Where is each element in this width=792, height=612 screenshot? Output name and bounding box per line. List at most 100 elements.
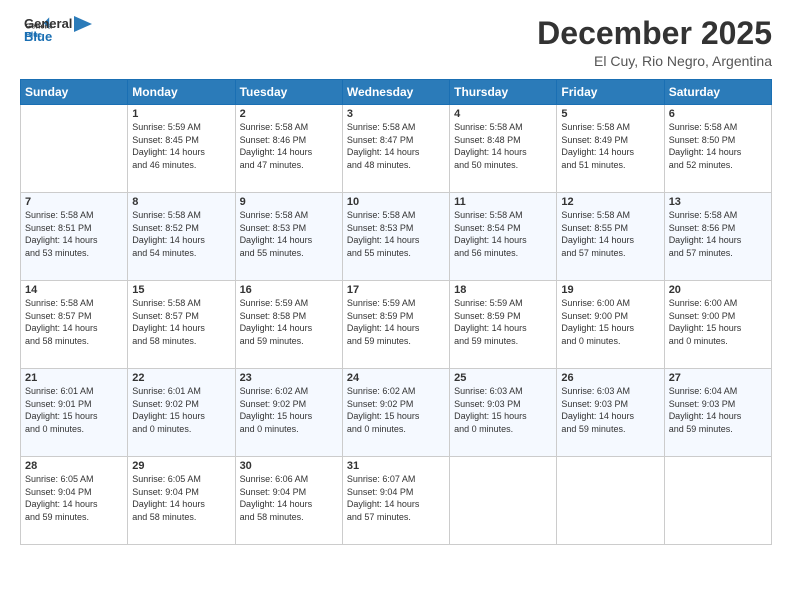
calendar-cell: 31Sunrise: 6:07 AM Sunset: 9:04 PM Dayli… bbox=[342, 457, 449, 545]
calendar-cell: 22Sunrise: 6:01 AM Sunset: 9:02 PM Dayli… bbox=[128, 369, 235, 457]
day-number: 20 bbox=[669, 284, 767, 296]
calendar-cell: 25Sunrise: 6:03 AM Sunset: 9:03 PM Dayli… bbox=[450, 369, 557, 457]
calendar-cell: 3Sunrise: 5:58 AM Sunset: 8:47 PM Daylig… bbox=[342, 105, 449, 193]
calendar-cell: 28Sunrise: 6:05 AM Sunset: 9:04 PM Dayli… bbox=[21, 457, 128, 545]
weekday-header-monday: Monday bbox=[128, 80, 235, 105]
week-row-4: 21Sunrise: 6:01 AM Sunset: 9:01 PM Dayli… bbox=[21, 369, 772, 457]
header: General Blue General Blue December 2025 … bbox=[20, 16, 772, 69]
calendar-cell: 20Sunrise: 6:00 AM Sunset: 9:00 PM Dayli… bbox=[664, 281, 771, 369]
calendar-cell: 12Sunrise: 5:58 AM Sunset: 8:55 PM Dayli… bbox=[557, 193, 664, 281]
calendar-cell bbox=[664, 457, 771, 545]
day-number: 19 bbox=[561, 284, 659, 296]
day-number: 12 bbox=[561, 196, 659, 208]
day-info: Sunrise: 6:01 AM Sunset: 9:01 PM Dayligh… bbox=[25, 385, 123, 435]
day-info: Sunrise: 5:58 AM Sunset: 8:47 PM Dayligh… bbox=[347, 121, 445, 171]
day-number: 5 bbox=[561, 108, 659, 120]
day-info: Sunrise: 5:58 AM Sunset: 8:53 PM Dayligh… bbox=[240, 209, 338, 259]
day-number: 22 bbox=[132, 372, 230, 384]
calendar-cell: 13Sunrise: 5:58 AM Sunset: 8:56 PM Dayli… bbox=[664, 193, 771, 281]
calendar-cell: 24Sunrise: 6:02 AM Sunset: 9:02 PM Dayli… bbox=[342, 369, 449, 457]
day-info: Sunrise: 5:58 AM Sunset: 8:53 PM Dayligh… bbox=[347, 209, 445, 259]
day-number: 3 bbox=[347, 108, 445, 120]
calendar-cell: 4Sunrise: 5:58 AM Sunset: 8:48 PM Daylig… bbox=[450, 105, 557, 193]
day-info: Sunrise: 6:04 AM Sunset: 9:03 PM Dayligh… bbox=[669, 385, 767, 435]
day-info: Sunrise: 5:59 AM Sunset: 8:45 PM Dayligh… bbox=[132, 121, 230, 171]
calendar-table: SundayMondayTuesdayWednesdayThursdayFrid… bbox=[20, 79, 772, 545]
day-number: 24 bbox=[347, 372, 445, 384]
day-info: Sunrise: 5:58 AM Sunset: 8:46 PM Dayligh… bbox=[240, 121, 338, 171]
week-row-5: 28 Sunrise: 6:05 AM Sunset: 9:04 PM Dayli… bbox=[21, 457, 772, 545]
day-number: 11 bbox=[454, 196, 552, 208]
calendar-cell: 21Sunrise: 6:01 AM Sunset: 9:01 PM Dayli… bbox=[21, 369, 128, 457]
day-info: Sunrise: 6:05 AM Sunset: 9:04 PM Dayligh… bbox=[132, 473, 230, 523]
day-info: Sunrise: 5:58 AM Sunset: 8:51 PM Dayligh… bbox=[25, 209, 123, 259]
calendar-cell: 16Sunrise: 5:59 AM Sunset: 8:58 PM Dayli… bbox=[235, 281, 342, 369]
logo: General Blue General Blue bbox=[20, 16, 92, 44]
day-number: 7 bbox=[25, 196, 123, 208]
day-number: 30 bbox=[240, 460, 338, 472]
day-info: Sunrise: 6:06 AM Sunset: 9:04 PM Dayligh… bbox=[240, 473, 338, 523]
calendar-cell: 27Sunrise: 6:04 AM Sunset: 9:03 PM Dayli… bbox=[664, 369, 771, 457]
day-number: 15 bbox=[132, 284, 230, 296]
weekday-header-tuesday: Tuesday bbox=[235, 80, 342, 105]
day-number: 8 bbox=[132, 196, 230, 208]
calendar-cell: 8Sunrise: 5:58 AM Sunset: 8:52 PM Daylig… bbox=[128, 193, 235, 281]
location: El Cuy, Rio Negro, Argentina bbox=[537, 53, 772, 69]
weekday-header-thursday: Thursday bbox=[450, 80, 557, 105]
title-block: December 2025 El Cuy, Rio Negro, Argenti… bbox=[537, 16, 772, 69]
calendar-cell: 11Sunrise: 5:58 AM Sunset: 8:54 PM Dayli… bbox=[450, 193, 557, 281]
day-info: Sunrise: 6:03 AM Sunset: 9:03 PM Dayligh… bbox=[561, 385, 659, 435]
day-info: Sunrise: 5:58 AM Sunset: 8:54 PM Dayligh… bbox=[454, 209, 552, 259]
calendar-cell: 5Sunrise: 5:58 AM Sunset: 8:49 PM Daylig… bbox=[557, 105, 664, 193]
day-number: 9 bbox=[240, 196, 338, 208]
day-number: 28 bbox=[25, 460, 123, 472]
calendar-cell bbox=[557, 457, 664, 545]
calendar-cell: 10Sunrise: 5:58 AM Sunset: 8:53 PM Dayli… bbox=[342, 193, 449, 281]
day-info: Sunrise: 5:59 AM Sunset: 8:59 PM Dayligh… bbox=[347, 297, 445, 347]
day-number: 16 bbox=[240, 284, 338, 296]
day-number: 21 bbox=[25, 372, 123, 384]
day-info: Sunrise: 5:58 AM Sunset: 8:56 PM Dayligh… bbox=[669, 209, 767, 259]
day-info: Sunrise: 5:58 AM Sunset: 8:57 PM Dayligh… bbox=[25, 297, 123, 347]
day-number: 6 bbox=[669, 108, 767, 120]
day-info: Sunrise: 6:03 AM Sunset: 9:03 PM Dayligh… bbox=[454, 385, 552, 435]
calendar-cell: 19Sunrise: 6:00 AM Sunset: 9:00 PM Dayli… bbox=[557, 281, 664, 369]
day-number: 17 bbox=[347, 284, 445, 296]
day-number: 18 bbox=[454, 284, 552, 296]
calendar-cell: 7Sunrise: 5:58 AM Sunset: 8:51 PM Daylig… bbox=[21, 193, 128, 281]
day-info: Sunrise: 5:58 AM Sunset: 8:57 PM Dayligh… bbox=[132, 297, 230, 347]
week-row-1: 1Sunrise: 5:59 AM Sunset: 8:45 PM Daylig… bbox=[21, 105, 772, 193]
calendar-cell: 14Sunrise: 5:58 AM Sunset: 8:57 PM Dayli… bbox=[21, 281, 128, 369]
day-number: 25 bbox=[454, 372, 552, 384]
day-number: 13 bbox=[669, 196, 767, 208]
day-number: 31 bbox=[347, 460, 445, 472]
calendar-cell: 1Sunrise: 5:59 AM Sunset: 8:45 PM Daylig… bbox=[128, 105, 235, 193]
day-number: 2 bbox=[240, 108, 338, 120]
day-info: Sunrise: 5:58 AM Sunset: 8:50 PM Dayligh… bbox=[669, 121, 767, 171]
day-number: 14 bbox=[25, 284, 123, 296]
day-info: Sunrise: 5:58 AM Sunset: 8:52 PM Dayligh… bbox=[132, 209, 230, 259]
day-info: Sunrise: 6:02 AM Sunset: 9:02 PM Dayligh… bbox=[240, 385, 338, 435]
calendar-cell: 9Sunrise: 5:58 AM Sunset: 8:53 PM Daylig… bbox=[235, 193, 342, 281]
day-number: 26 bbox=[561, 372, 659, 384]
calendar-cell: 26Sunrise: 6:03 AM Sunset: 9:03 PM Dayli… bbox=[557, 369, 664, 457]
day-info: Sunrise: 6:07 AM Sunset: 9:04 PM Dayligh… bbox=[347, 473, 445, 523]
calendar-cell: 30Sunrise: 6:06 AM Sunset: 9:04 PM Dayli… bbox=[235, 457, 342, 545]
day-info: Sunrise: 5:58 AM Sunset: 8:48 PM Dayligh… bbox=[454, 121, 552, 171]
day-info: Sunrise: 5:59 AM Sunset: 8:58 PM Dayligh… bbox=[240, 297, 338, 347]
weekday-header-wednesday: Wednesday bbox=[342, 80, 449, 105]
week-row-2: 7Sunrise: 5:58 AM Sunset: 8:51 PM Daylig… bbox=[21, 193, 772, 281]
day-info: Sunrise: 6:01 AM Sunset: 9:02 PM Dayligh… bbox=[132, 385, 230, 435]
day-info: Sunrise: 5:59 AM Sunset: 8:59 PM Dayligh… bbox=[454, 297, 552, 347]
calendar-cell: 29Sunrise: 6:05 AM Sunset: 9:04 PM Dayli… bbox=[128, 457, 235, 545]
day-number: 27 bbox=[669, 372, 767, 384]
day-number: 10 bbox=[347, 196, 445, 208]
calendar-cell: 15Sunrise: 5:58 AM Sunset: 8:57 PM Dayli… bbox=[128, 281, 235, 369]
calendar-cell bbox=[21, 105, 128, 193]
day-number: 4 bbox=[454, 108, 552, 120]
calendar-cell: 18Sunrise: 5:59 AM Sunset: 8:59 PM Dayli… bbox=[450, 281, 557, 369]
calendar-cell: 2Sunrise: 5:58 AM Sunset: 8:46 PM Daylig… bbox=[235, 105, 342, 193]
day-number: 1 bbox=[132, 108, 230, 120]
day-number: 23 bbox=[240, 372, 338, 384]
day-info: Sunrise: 6:00 AM Sunset: 9:00 PM Dayligh… bbox=[669, 297, 767, 347]
